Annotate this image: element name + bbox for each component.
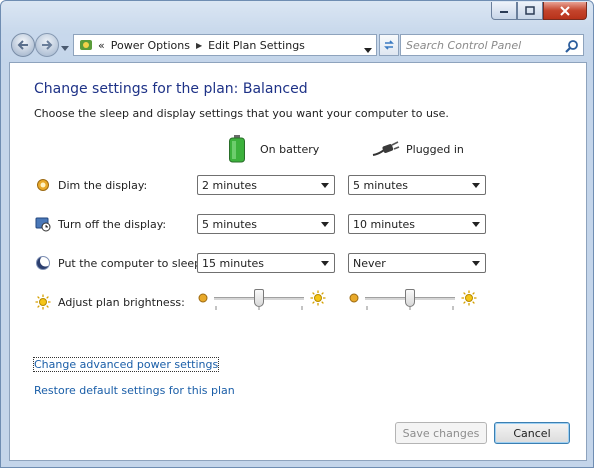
minimize-icon bbox=[500, 10, 508, 13]
address-dropdown-icon[interactable] bbox=[364, 43, 372, 56]
dim-display-battery-select[interactable]: 2 minutes bbox=[197, 175, 335, 195]
content-pane: Change settings for the plan: Balanced C… bbox=[9, 62, 587, 461]
cancel-button[interactable]: Cancel bbox=[494, 422, 570, 444]
chevron-down-icon bbox=[321, 222, 329, 227]
display-off-icon bbox=[34, 215, 52, 233]
breadcrumb-edit-plan-settings[interactable]: Edit Plan Settings bbox=[208, 39, 305, 52]
column-label-plugged: Plugged in bbox=[406, 142, 464, 156]
sleep-icon bbox=[34, 254, 52, 272]
select-value: 5 minutes bbox=[202, 217, 258, 231]
breadcrumb-prefix: « bbox=[98, 38, 105, 52]
power-plug-icon bbox=[372, 141, 400, 157]
chevron-down-icon bbox=[321, 183, 329, 188]
slider-thumb[interactable] bbox=[405, 288, 415, 307]
window-frame: « Power Options ▶ Edit Plan Settings Cha… bbox=[0, 0, 594, 468]
brightness-high-icon bbox=[310, 290, 326, 306]
recent-pages-dropdown[interactable] bbox=[61, 41, 69, 54]
setting-row-brightness: Adjust plan brightness: bbox=[34, 293, 185, 311]
brightness-icon bbox=[34, 293, 52, 311]
sleep-battery-select[interactable]: 15 minutes bbox=[197, 253, 335, 273]
navigation-bar: « Power Options ▶ Edit Plan Settings bbox=[9, 32, 587, 58]
page-subtitle: Choose the sleep and display settings th… bbox=[34, 107, 449, 120]
breadcrumb-separator-icon[interactable]: ▶ bbox=[196, 41, 202, 50]
brightness-battery-slider[interactable] bbox=[198, 288, 326, 310]
maximize-icon bbox=[525, 6, 535, 15]
setting-row-dim: Dim the display: bbox=[34, 176, 147, 194]
save-changes-button[interactable]: Save changes bbox=[395, 422, 487, 444]
brightness-low-icon bbox=[198, 293, 208, 303]
advanced-settings-link[interactable]: Change advanced power settings bbox=[32, 357, 220, 372]
slider-ticks bbox=[366, 305, 454, 310]
dim-display-plugged-select[interactable]: 5 minutes bbox=[348, 175, 486, 195]
address-bar[interactable]: « Power Options ▶ Edit Plan Settings bbox=[73, 34, 377, 56]
sleep-plugged-select[interactable]: Never bbox=[348, 253, 486, 273]
close-button[interactable] bbox=[543, 2, 587, 20]
display-off-plugged-select[interactable]: 10 minutes bbox=[348, 214, 486, 234]
refresh-button[interactable] bbox=[379, 34, 399, 56]
setting-label: Put the computer to sleep: bbox=[58, 256, 205, 270]
minimize-button[interactable] bbox=[491, 2, 517, 20]
refresh-icon bbox=[384, 40, 394, 50]
control-panel-icon bbox=[78, 37, 94, 53]
select-value: 5 minutes bbox=[353, 178, 409, 192]
setting-row-display-off: Turn off the display: bbox=[34, 215, 166, 233]
brightness-plugged-slider[interactable] bbox=[349, 288, 477, 310]
dim-display-icon bbox=[34, 176, 52, 194]
chevron-down-icon bbox=[61, 46, 69, 51]
column-header-plugged: Plugged in bbox=[372, 141, 464, 157]
maximize-button[interactable] bbox=[517, 2, 543, 20]
arrow-right-icon bbox=[42, 40, 53, 50]
setting-label: Turn off the display: bbox=[58, 217, 167, 231]
brightness-low-icon bbox=[349, 293, 359, 303]
back-button[interactable] bbox=[11, 33, 35, 57]
setting-label: Dim the display: bbox=[58, 178, 148, 192]
select-value: 2 minutes bbox=[202, 178, 258, 192]
breadcrumb-power-options[interactable]: Power Options bbox=[111, 39, 190, 52]
close-icon bbox=[560, 5, 570, 16]
search-input[interactable] bbox=[401, 38, 561, 52]
setting-label: Adjust plan brightness: bbox=[58, 295, 185, 309]
slider-track[interactable] bbox=[365, 288, 455, 310]
column-label-battery: On battery bbox=[260, 142, 320, 156]
search-icon[interactable] bbox=[565, 39, 579, 56]
battery-icon bbox=[228, 135, 246, 163]
column-header-battery: On battery bbox=[228, 135, 319, 163]
slider-ticks bbox=[215, 305, 303, 310]
caption-buttons bbox=[491, 2, 587, 20]
search-box[interactable] bbox=[400, 34, 584, 56]
chevron-down-icon bbox=[472, 261, 480, 266]
chevron-down-icon bbox=[472, 183, 480, 188]
select-value: Never bbox=[353, 256, 386, 270]
chevron-down-icon bbox=[321, 261, 329, 266]
arrow-left-icon bbox=[17, 40, 28, 50]
display-off-battery-select[interactable]: 5 minutes bbox=[197, 214, 335, 234]
forward-button[interactable] bbox=[35, 33, 59, 57]
select-value: 15 minutes bbox=[202, 256, 265, 270]
page-title: Change settings for the plan: Balanced bbox=[34, 81, 308, 97]
restore-defaults-link[interactable]: Restore default settings for this plan bbox=[34, 384, 235, 397]
select-value: 10 minutes bbox=[353, 217, 416, 231]
slider-thumb[interactable] bbox=[254, 288, 264, 307]
slider-track[interactable] bbox=[214, 288, 304, 310]
chevron-down-icon bbox=[472, 222, 480, 227]
setting-row-sleep: Put the computer to sleep: bbox=[34, 254, 205, 272]
brightness-high-icon bbox=[461, 290, 477, 306]
